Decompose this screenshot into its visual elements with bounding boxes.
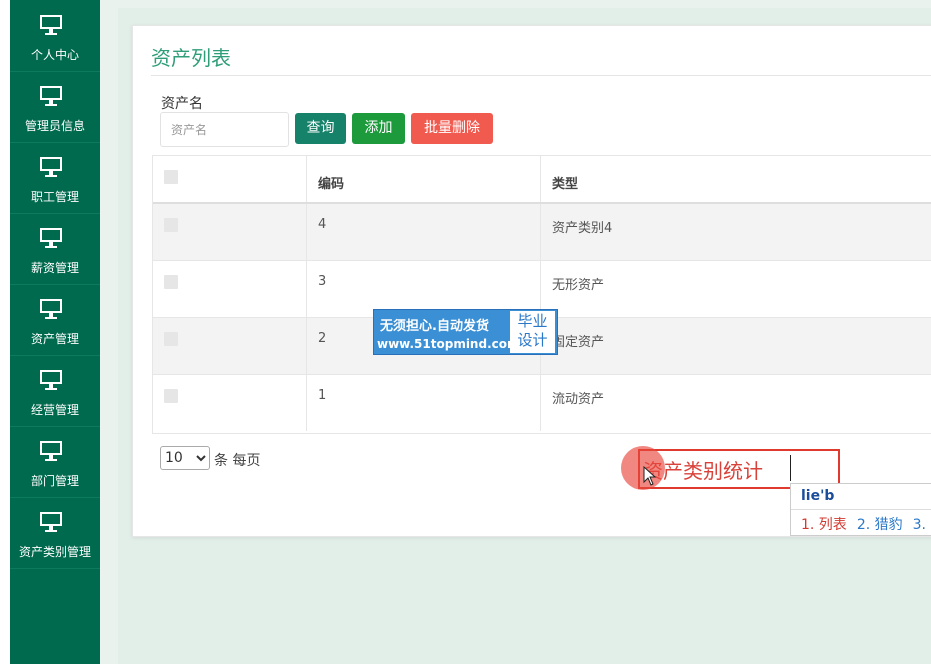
- sidebar-item-label: 资产类别管理: [18, 545, 91, 559]
- watermark-line1: 无须担心.自动发货: [380, 319, 489, 334]
- row-code: 4: [318, 217, 327, 232]
- sidebar-item-label: 薪资管理: [30, 261, 79, 275]
- sidebar-item-operations[interactable]: 经营管理: [10, 355, 100, 427]
- row-type: 资产类别4: [552, 221, 613, 236]
- watermark-banner: 无须担心.自动发货 www.51topmind.com 毕业 设计: [373, 309, 558, 355]
- watermark-right-line1: 毕业: [517, 312, 548, 330]
- sidebar-item-label: 职工管理: [30, 190, 79, 204]
- column-header-code[interactable]: 编码: [318, 173, 344, 192]
- sidebar-item-label: 经营管理: [30, 403, 79, 417]
- monitor-icon: [40, 441, 62, 461]
- query-button[interactable]: 查询: [295, 113, 346, 144]
- row-checkbox[interactable]: [164, 275, 178, 289]
- page-size-label: 条 每页: [214, 453, 261, 469]
- search-label: 资产名: [161, 96, 203, 112]
- sidebar-item-departments[interactable]: 部门管理: [10, 426, 100, 498]
- watermark-left: 无须担心.自动发货 www.51topmind.com: [374, 310, 520, 354]
- monitor-icon: [40, 15, 62, 35]
- checkbox-cell: [153, 261, 307, 317]
- batch-delete-button[interactable]: 批量删除: [411, 113, 493, 144]
- row-checkbox[interactable]: [164, 389, 178, 403]
- sidebar-item-label: 资产管理: [30, 332, 79, 346]
- checkbox-cell: [153, 318, 307, 374]
- ime-divider: [791, 509, 931, 510]
- row-type: 流动资产: [552, 392, 605, 407]
- watermark-right-line2: 设计: [517, 331, 548, 349]
- row-code: 3: [318, 274, 327, 289]
- ime-candidate-list: 1. 列表 2. 猎豹 3. 美: [801, 514, 931, 534]
- ime-candidate[interactable]: 1. 列表: [801, 517, 847, 533]
- monitor-icon: [40, 86, 62, 106]
- row-code: 2: [318, 331, 327, 346]
- sidebar-item-admin-info[interactable]: 管理员信息: [10, 71, 100, 143]
- sidebar-item-personal-center[interactable]: 个人中心: [10, 0, 100, 72]
- code-cell: 4: [307, 204, 541, 260]
- type-cell: 资产类别4: [541, 204, 931, 260]
- ime-pinyin-input: lie'b: [801, 488, 835, 504]
- monitor-icon: [40, 512, 62, 532]
- sidebar-item-asset-categories[interactable]: 资产类别管理: [10, 497, 100, 569]
- row-checkbox[interactable]: [164, 218, 178, 232]
- table-row[interactable]: 4 资产类别4: [153, 204, 931, 261]
- sidebar-item-label: 个人中心: [30, 48, 79, 62]
- ime-candidate-window: lie'b 1. 列表 2. 猎豹 3. 美: [790, 483, 931, 536]
- sidebar-item-salary[interactable]: 薪资管理: [10, 213, 100, 285]
- ime-candidate[interactable]: 2. 猎豹: [857, 517, 903, 533]
- table-row[interactable]: 1 流动资产: [153, 375, 931, 431]
- monitor-icon: [40, 157, 62, 177]
- table-header-row: 编码 类型: [153, 156, 931, 204]
- sidebar-item-staff[interactable]: 职工管理: [10, 142, 100, 214]
- watermark-right: 毕业 设计: [510, 311, 555, 353]
- monitor-icon: [40, 228, 62, 248]
- monitor-icon: [40, 299, 62, 319]
- watermark-url: www.51topmind.com: [377, 337, 520, 351]
- code-cell: 1: [307, 375, 541, 431]
- monitor-icon: [40, 370, 62, 390]
- page-title: 资产列表: [151, 46, 231, 70]
- row-type: 固定资产: [552, 335, 605, 350]
- type-cell: 无形资产: [541, 261, 931, 317]
- checkbox-cell: [153, 204, 307, 260]
- sidebar-item-label: 部门管理: [30, 474, 79, 488]
- asset-table: 编码 类型 4 资产类别4 3 无形资产 2 固定资产 1 流动资产: [152, 155, 931, 434]
- row-code: 1: [318, 388, 327, 403]
- left-edge-strip: [0, 0, 10, 664]
- sidebar: 个人中心 管理员信息 职工管理 薪资管理 资产管理 经营管理 部门管理 资产类别…: [10, 0, 100, 664]
- asset-name-search-input[interactable]: [160, 112, 289, 147]
- type-cell: 固定资产: [541, 318, 931, 374]
- mouse-pointer-icon: [643, 466, 657, 486]
- ime-candidate[interactable]: 3. 美: [913, 517, 931, 533]
- page-size-select[interactable]: 10: [160, 446, 210, 470]
- text-caret: [790, 455, 791, 481]
- type-cell: 流动资产: [541, 375, 931, 431]
- row-type: 无形资产: [552, 278, 605, 293]
- sidebar-item-label: 管理员信息: [24, 119, 85, 133]
- checkbox-cell: [153, 375, 307, 431]
- header-code-cell: 编码: [307, 156, 541, 202]
- select-all-checkbox[interactable]: [164, 170, 178, 184]
- row-checkbox[interactable]: [164, 332, 178, 346]
- column-header-type[interactable]: 类型: [552, 173, 578, 192]
- header-type-cell: 类型: [541, 156, 931, 202]
- title-divider: [151, 75, 931, 76]
- add-button[interactable]: 添加: [352, 113, 405, 144]
- sidebar-item-assets[interactable]: 资产管理: [10, 284, 100, 356]
- header-checkbox-cell: [153, 156, 307, 202]
